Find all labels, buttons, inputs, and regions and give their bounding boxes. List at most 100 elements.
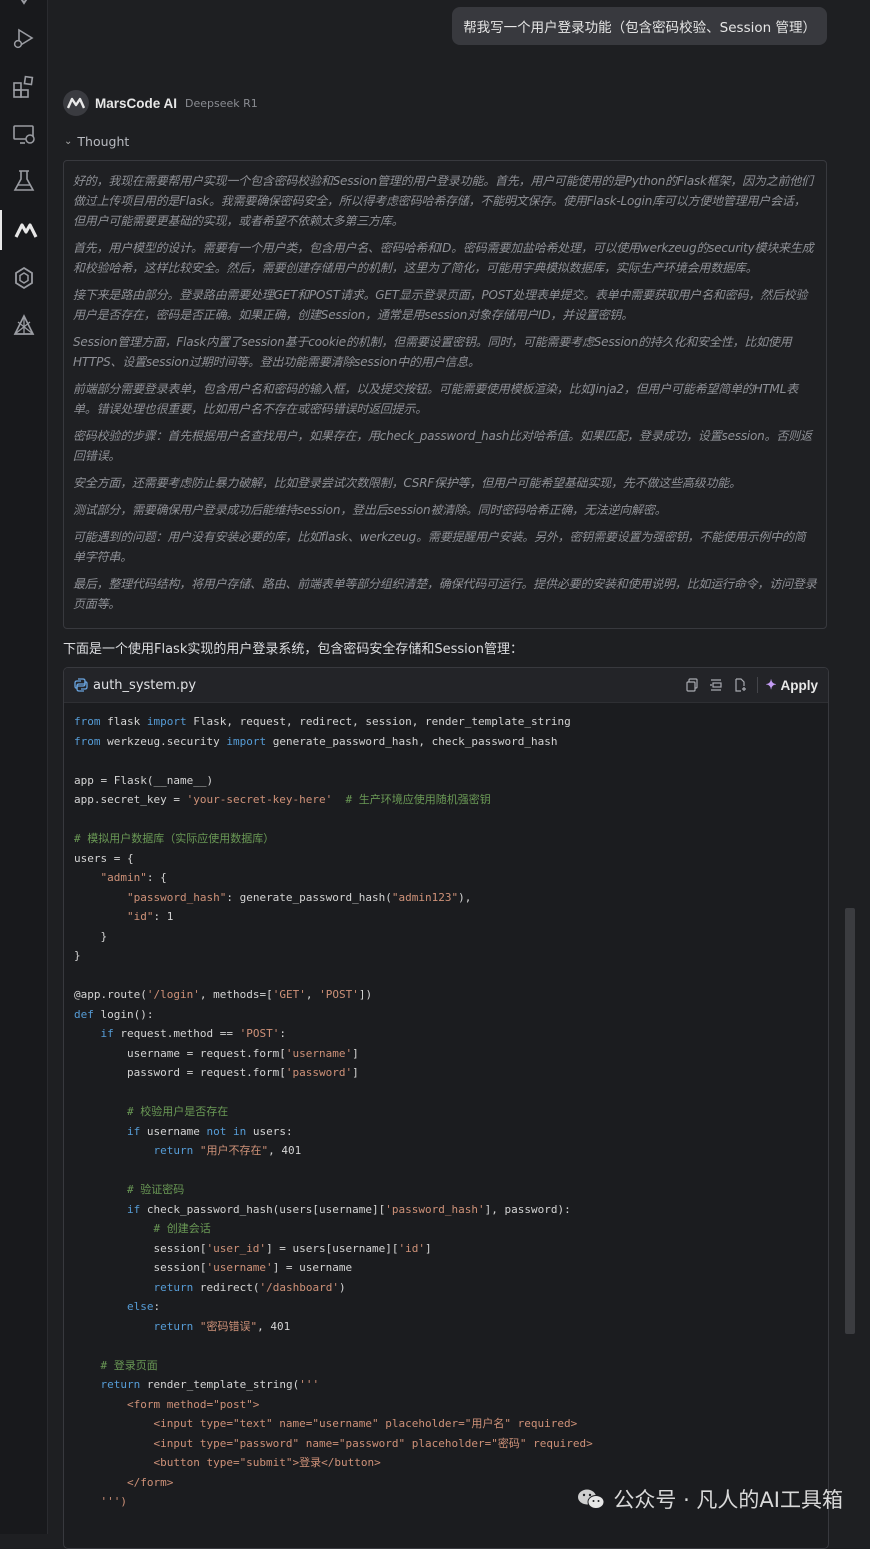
code-line: from werkzeug.security import generate_p… bbox=[74, 732, 828, 752]
code-token: def bbox=[74, 1007, 94, 1021]
code-token: username bbox=[140, 1124, 207, 1138]
code-line: "password_hash": generate_password_hash(… bbox=[74, 888, 828, 908]
answer-intro: 下面是一个使用Flask实现的用户登录系统，包含密码安全存储和Session管理… bbox=[63, 642, 523, 657]
code-line: from flask import Flask, request, redire… bbox=[74, 712, 828, 732]
insert-code-icon[interactable] bbox=[705, 674, 727, 696]
code-token: ) bbox=[338, 1280, 346, 1294]
code-line: <button type="submit">登录</button> bbox=[74, 1453, 828, 1473]
perplexity-icon[interactable] bbox=[0, 306, 47, 346]
run-debug-icon[interactable] bbox=[0, 18, 47, 58]
code-token: # 生产环境应使用随机强密钥 bbox=[345, 793, 491, 806]
code-token: 'username' bbox=[206, 1261, 273, 1274]
code-token: import bbox=[146, 715, 187, 728]
thought-paragraph: 安全方面，还需要考虑防止暴力破解，比如登录尝试次数限制，CSRF保护等，但用户可… bbox=[73, 476, 741, 490]
extensions-icon[interactable] bbox=[0, 67, 47, 107]
chat-panel: 帮我写一个用户登录功能（包含密码校验、Session 管理） MarsCode … bbox=[48, 0, 870, 1549]
code-line: session['user_id'] = users[username]['id… bbox=[74, 1239, 828, 1259]
apply-button[interactable]: ✦ Apply bbox=[766, 677, 818, 693]
code-token: # 登录页面 bbox=[100, 1358, 158, 1372]
code-token: : bbox=[153, 1300, 161, 1313]
code-token: not in bbox=[206, 1124, 247, 1138]
code-line: app.secret_key = 'your-secret-key-here' … bbox=[74, 790, 828, 810]
user-message: 帮我写一个用户登录功能（包含密码校验、Session 管理） bbox=[452, 7, 827, 45]
code-line: # 创建会话 bbox=[74, 1219, 828, 1239]
code-token: flask bbox=[100, 715, 147, 728]
code-line: return "密码错误", 401 bbox=[74, 1317, 828, 1337]
code-line: username = request.form['username'] bbox=[74, 1044, 828, 1064]
code-token: session[ bbox=[74, 1261, 207, 1274]
thought-toggle[interactable]: ⌄ Thought bbox=[64, 134, 129, 149]
code-line: } bbox=[74, 946, 828, 966]
chevron-down-icon: ⌄ bbox=[64, 136, 73, 147]
code-token: # 验证密码 bbox=[126, 1183, 185, 1196]
vertical-scrollbar[interactable] bbox=[845, 908, 855, 1334]
code-line: if username not in users: bbox=[74, 1122, 828, 1142]
code-token: @app.route( bbox=[74, 988, 147, 1001]
activity-bar bbox=[0, 0, 48, 1534]
testing-flask-icon[interactable] bbox=[0, 161, 47, 201]
code-line: if check_password_hash(users[username]['… bbox=[74, 1200, 828, 1220]
openai-icon[interactable] bbox=[0, 258, 47, 298]
code-token: ] bbox=[425, 1241, 432, 1255]
marscode-icon[interactable] bbox=[0, 210, 49, 250]
code-line: "id": 1 bbox=[74, 907, 828, 927]
watermark-text: 公众号 · 凡人的AI工具箱 bbox=[613, 1488, 843, 1512]
code-line: else: bbox=[74, 1297, 828, 1317]
code-token: <input type="password" name="password" p… bbox=[74, 1436, 593, 1450]
code-token: return bbox=[153, 1319, 194, 1333]
code-token: 'id' bbox=[398, 1241, 426, 1255]
code-token: ]) bbox=[358, 988, 373, 1001]
code-token: <button type="submit">登录</button> bbox=[74, 1456, 381, 1469]
thought-paragraph: 好的，我现在需要帮用户实现一个包含密码校验和Session管理的用户登录功能。首… bbox=[73, 174, 813, 228]
code-token: return bbox=[153, 1280, 194, 1294]
code-line: return redirect('/dashboard') bbox=[74, 1278, 828, 1298]
code-token: if bbox=[126, 1202, 141, 1216]
copy-icon[interactable] bbox=[681, 674, 703, 696]
code-token: import bbox=[226, 734, 267, 748]
code-token: ] bbox=[352, 1066, 359, 1079]
code-token: : bbox=[279, 1027, 286, 1040]
code-token: ], password): bbox=[484, 1202, 571, 1216]
ai-name: MarsCode AI bbox=[95, 95, 178, 111]
code-line: "admin": { bbox=[74, 868, 828, 888]
code-line: app = Flask(__name__) bbox=[74, 771, 828, 791]
code-token: : { bbox=[146, 871, 167, 884]
thought-paragraph: Session管理方面，Flask内置了session基于cookie的机制，但… bbox=[73, 335, 792, 369]
code-token: 'POST' bbox=[319, 988, 359, 1001]
code-token: # 创建会话 bbox=[153, 1222, 211, 1235]
code-token: "admin" bbox=[100, 871, 147, 884]
code-token: , methods=[ bbox=[199, 988, 273, 1001]
code-token: ] = users[username][ bbox=[266, 1241, 399, 1255]
code-actions: ✦ Apply bbox=[679, 674, 818, 696]
code-token: 'user_id' bbox=[206, 1241, 267, 1255]
code-line: <input type="password" name="password" p… bbox=[74, 1434, 828, 1454]
code-token: } bbox=[74, 929, 108, 943]
code-block-header: auth_system.py ✦ Apply bbox=[64, 668, 828, 703]
code-token: "password_hash" bbox=[126, 890, 227, 904]
new-file-icon[interactable] bbox=[729, 674, 751, 696]
code-token: Flask, request, redirect, session, rende… bbox=[186, 715, 571, 728]
code-token: render_template_string( bbox=[140, 1378, 300, 1391]
code-token: if bbox=[126, 1124, 141, 1138]
code-token: from bbox=[74, 715, 101, 728]
code-token: ''') bbox=[74, 1495, 127, 1508]
code-token: , 401 bbox=[268, 1144, 302, 1157]
thought-paragraph: 接下来是路由部分。登录路由需要处理GET和POST请求。GET显示登录页面，PO… bbox=[73, 288, 808, 322]
code-token: users = { bbox=[74, 851, 134, 865]
code-line: if request.method == 'POST': bbox=[74, 1024, 828, 1044]
code-token: if bbox=[100, 1027, 114, 1040]
remote-explorer-icon[interactable] bbox=[0, 114, 47, 154]
code-token: # 模拟用户数据库（实际应使用数据库） bbox=[74, 832, 275, 845]
code-token: <form method="post"> bbox=[74, 1397, 260, 1411]
python-file-icon bbox=[74, 678, 88, 692]
